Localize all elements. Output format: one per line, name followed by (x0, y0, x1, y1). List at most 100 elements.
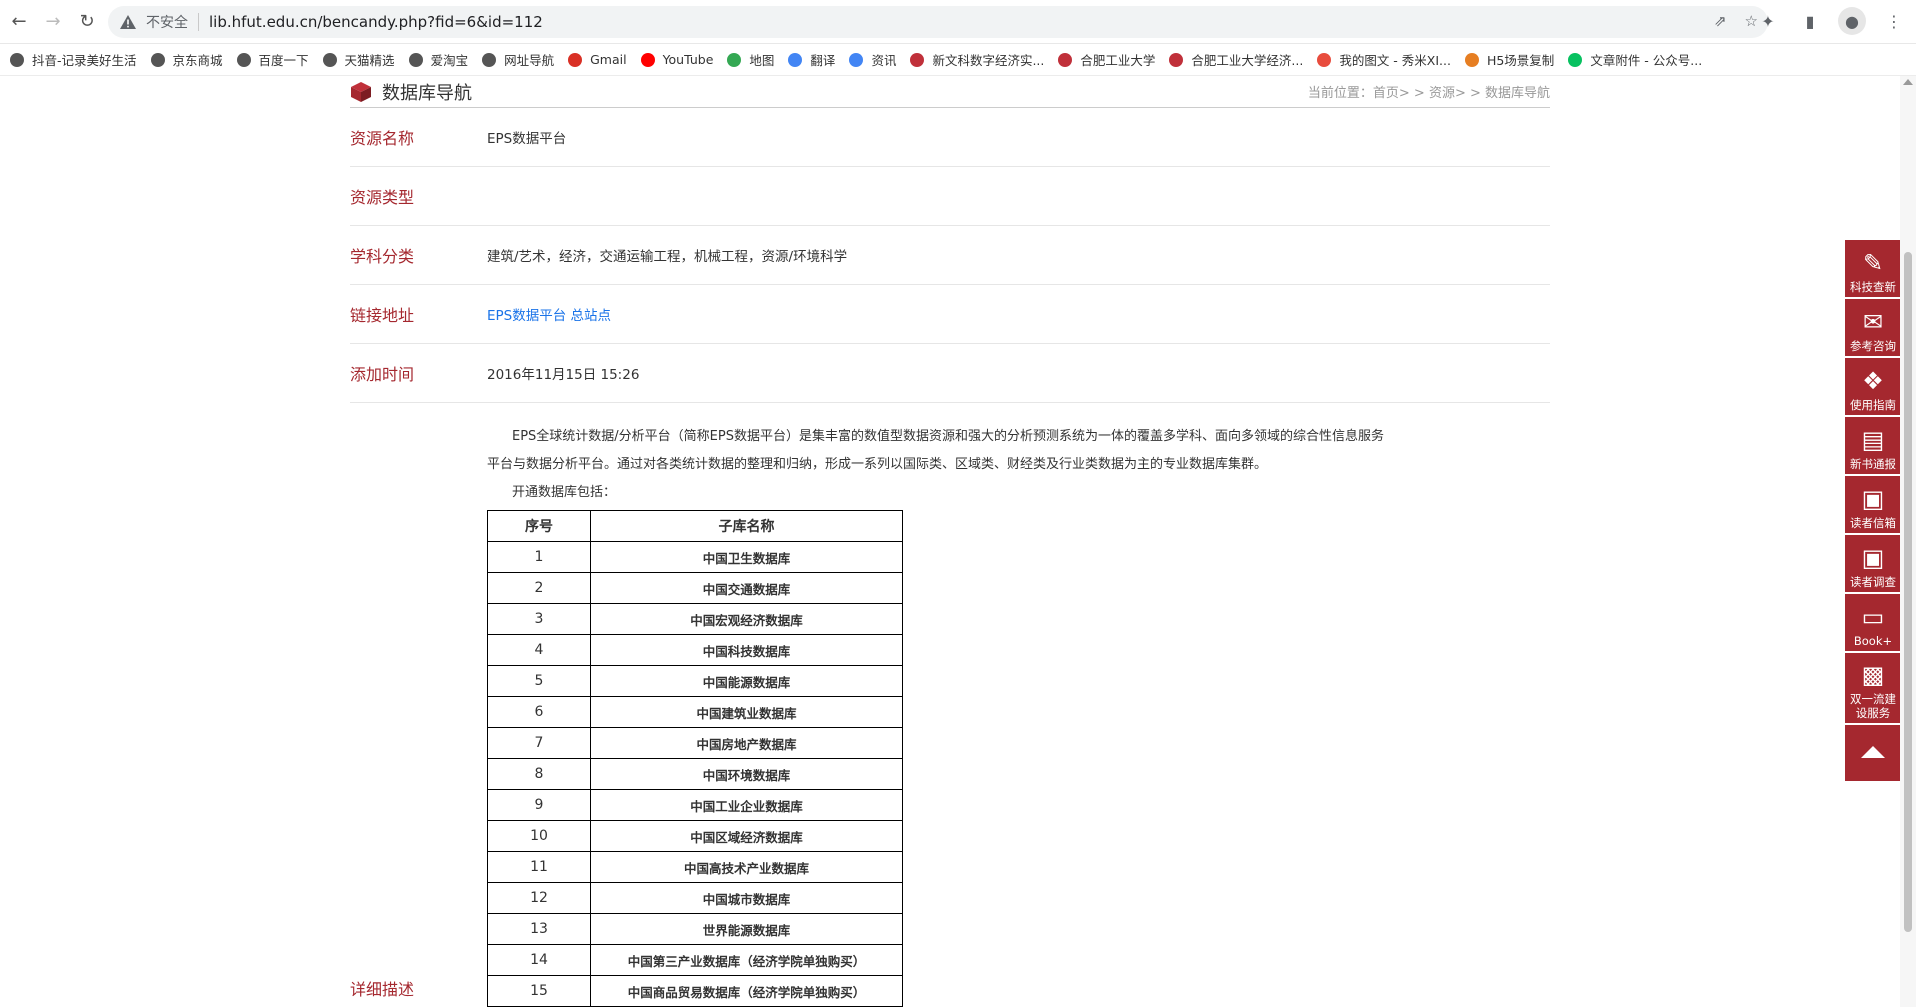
field-label: 链接地址 (350, 306, 415, 325)
sidepanel-icon[interactable]: ▮ (1796, 7, 1824, 35)
side-item-new-books[interactable]: ▤ 新书通报 (1845, 417, 1901, 474)
table-row: 1 中国卫生数据库 (487, 541, 903, 573)
side-item-label: 新书通报 (1850, 457, 1896, 471)
bookmark-label: 合肥工业大学经济... (1191, 53, 1304, 68)
row-index: 9 (487, 789, 591, 821)
bookmark-label: Gmail (590, 52, 627, 67)
table-row: 6 中国建筑业数据库 (487, 696, 903, 728)
address-bar[interactable]: 不安全 lib.hfut.edu.cn/bencandy.php?fid=6&i… (108, 6, 1768, 38)
url-text[interactable]: lib.hfut.edu.cn/bencandy.php?fid=6&id=11… (209, 13, 543, 31)
table-row: 2 中国交通数据库 (487, 572, 903, 604)
open-book-icon: ▭ (1861, 603, 1885, 631)
bookmark-item[interactable]: 抖音-记录美好生活 (10, 50, 137, 69)
db-name: 中国科技数据库 (590, 634, 903, 666)
side-item-bookplus[interactable]: ▭ Book+ (1845, 594, 1901, 651)
back-icon[interactable]: ← (4, 7, 34, 37)
bookmark-item[interactable]: 百度一下 (236, 50, 309, 69)
reload-icon[interactable]: ↻ (72, 7, 102, 37)
table-row: 12 中国城市数据库 (487, 882, 903, 914)
bookmark-favicon-icon (408, 52, 423, 67)
field-row-subject: 学科分类 建筑/艺术，经济，交通运输工程，机械工程，资源/环境科学 (350, 226, 1550, 285)
bookmark-item[interactable]: 京东商城 (150, 50, 223, 69)
row-index: 11 (487, 851, 591, 883)
bookmark-favicon-icon (910, 52, 925, 67)
scroll-up-arrow[interactable] (1903, 79, 1913, 85)
site-link[interactable]: EPS数据平台 总站点 (487, 304, 611, 324)
bookmark-item[interactable]: 翻译 (788, 50, 835, 69)
db-name: 世界能源数据库 (590, 913, 903, 945)
side-item-novelty-search[interactable]: ✎ 科技查新 (1845, 240, 1901, 297)
share-icon[interactable]: ⇗ (1714, 12, 1727, 30)
scrollbar-thumb[interactable] (1904, 252, 1912, 932)
section-header: 数据库导航 当前位置：首页> > 资源> > 数据库导航 (350, 76, 1550, 108)
db-name: 中国区域经济数据库 (590, 820, 903, 852)
db-name: 中国宏观经济数据库 (590, 603, 903, 635)
menu-icon[interactable]: ⋮ (1880, 7, 1908, 35)
bookmark-favicon-icon (1464, 52, 1479, 67)
forward-icon[interactable]: → (38, 7, 68, 37)
bookmark-item[interactable]: 爱淘宝 (408, 50, 468, 69)
bookmark-item[interactable]: 文章附件 - 公众号... (1568, 50, 1702, 69)
page-content: 数据库导航 当前位置：首页> > 资源> > 数据库导航 资源名称 EPS数据平… (0, 76, 1900, 1007)
table-header-row: 序号 子库名称 (487, 510, 903, 542)
db-name: 中国能源数据库 (590, 665, 903, 697)
bookmark-item[interactable]: 资讯 (849, 50, 896, 69)
db-name: 中国高技术产业数据库 (590, 851, 903, 883)
db-name: 中国房地产数据库 (590, 727, 903, 759)
bookmark-item[interactable]: 地图 (727, 50, 774, 69)
chat-icon: ✉ (1862, 308, 1884, 336)
side-item-label: 读者调查 (1850, 575, 1896, 589)
row-index: 14 (487, 944, 591, 976)
bookmark-item[interactable]: 合肥工业大学经济... (1169, 50, 1303, 69)
building-icon: ▩ (1861, 661, 1885, 689)
db-name: 中国城市数据库 (590, 882, 903, 914)
bookmark-label: 网址导航 (504, 53, 555, 68)
db-name: 中国建筑业数据库 (590, 696, 903, 728)
bookmark-favicon-icon (1317, 52, 1332, 67)
bookmark-item[interactable]: Gmail (568, 52, 627, 67)
side-item-survey[interactable]: ▣ 读者调查 (1845, 535, 1901, 592)
side-item-label: 科技查新 (1850, 280, 1896, 294)
column-header: 序号 (487, 510, 591, 542)
table-row: 14 中国第三产业数据库（经济学院单独购买） (487, 944, 903, 976)
bookmark-item[interactable]: 新文科数字经济实... (910, 50, 1044, 69)
scrollbar[interactable] (1900, 76, 1916, 1007)
bookmark-label: 翻译 (810, 53, 836, 68)
table-row: 3 中国宏观经济数据库 (487, 603, 903, 635)
side-item-guide[interactable]: ❖ 使用指南 (1845, 358, 1901, 415)
side-item-label: 参考咨询 (1850, 339, 1896, 353)
description-paragraph: 平台与数据分析平台。通过对各类统计数据的整理和归纳，形成一系列以国际类、区域类、… (487, 457, 1268, 472)
bookmark-label: 新文科数字经济实... (932, 53, 1045, 68)
bookmark-label: 我的图文 - 秀米XI... (1339, 53, 1451, 68)
bookmark-favicon-icon (1169, 52, 1184, 67)
survey-icon: ▣ (1861, 544, 1885, 572)
arrow-up-icon (1861, 745, 1885, 758)
side-item-double-first-class[interactable]: ▩ 双一流建设服务 (1845, 653, 1901, 723)
side-item-mailbox[interactable]: ▣ 读者信箱 (1845, 476, 1901, 533)
bookmark-item[interactable]: 网址导航 (482, 50, 554, 69)
row-index: 1 (487, 541, 591, 573)
bookmark-item[interactable]: H5场景复制 (1464, 50, 1554, 69)
table-row: 13 世界能源数据库 (487, 913, 903, 945)
back-to-top-button[interactable] (1845, 725, 1901, 781)
page-title: 数据库导航 (382, 82, 472, 104)
profile-avatar[interactable]: ● (1838, 7, 1866, 35)
bookmark-item[interactable]: 天猫精选 (322, 50, 395, 69)
bookmark-item[interactable]: YouTube (640, 52, 713, 67)
field-row-link: 链接地址 EPS数据平台 总站点 (350, 285, 1550, 344)
bookmark-label: 地图 (749, 53, 775, 68)
field-row-name: 资源名称 EPS数据平台 (350, 108, 1550, 167)
bookmark-label: 天猫精选 (344, 53, 395, 68)
extensions-icon[interactable]: ✦ (1754, 7, 1782, 35)
bookmark-item[interactable]: 合肥工业大学 (1058, 50, 1155, 69)
bookmark-favicon-icon (1058, 52, 1073, 67)
field-label: 添加时间 (350, 365, 415, 384)
bookmark-item[interactable]: 我的图文 - 秀米XI... (1317, 50, 1451, 69)
description-label: 详细描述 (350, 980, 415, 999)
row-index: 13 (487, 913, 591, 945)
table-row: 7 中国房地产数据库 (487, 727, 903, 759)
bookmark-favicon-icon (788, 52, 803, 67)
bookmark-favicon-icon (727, 52, 742, 67)
side-item-reference[interactable]: ✉ 参考咨询 (1845, 299, 1901, 356)
row-index: 7 (487, 727, 591, 759)
